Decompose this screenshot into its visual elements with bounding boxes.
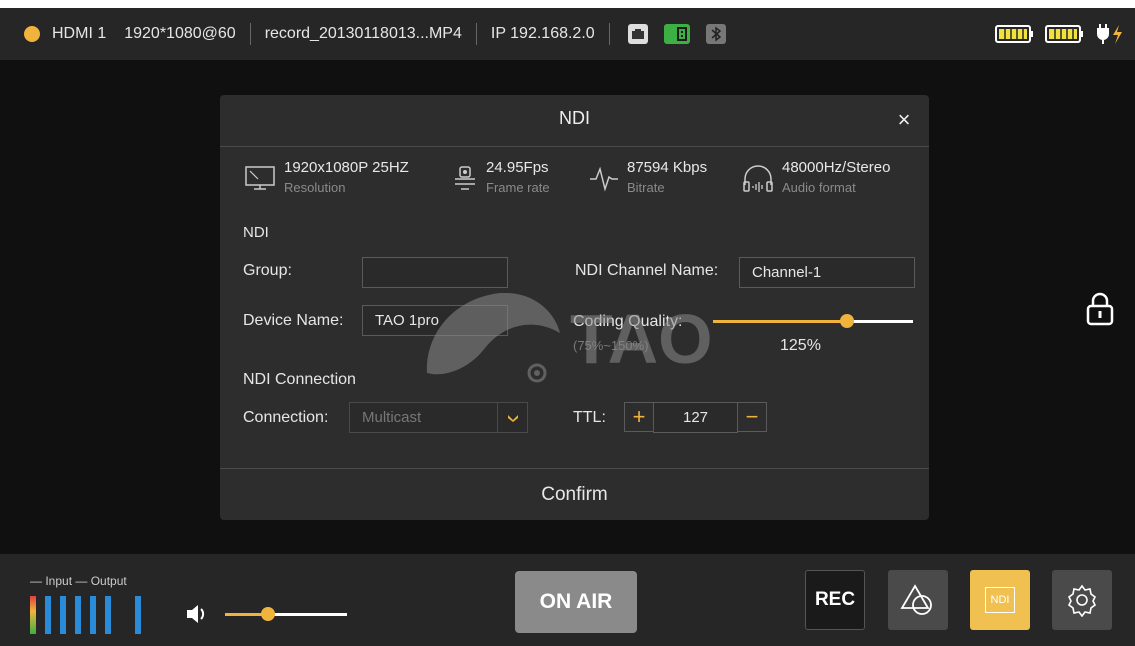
rec-button[interactable]: REC (805, 570, 865, 630)
stat-label: Bitrate (627, 180, 665, 195)
stat-frame-rate: 24.95Fps Frame rate (452, 159, 550, 197)
coding-quality-value: 125% (780, 337, 821, 354)
bluetooth-icon (705, 24, 726, 44)
power-plug-icon (1097, 24, 1122, 44)
lock-icon[interactable] (1086, 292, 1114, 326)
input-status-dot (24, 26, 40, 42)
bottom-toolbar: — Input — Output ON AIR REC NDI (0, 554, 1135, 646)
waveform-icon (590, 166, 618, 192)
section-ndi-heading: NDI (243, 224, 269, 241)
signal-format: 1920*1080@60 (124, 25, 236, 42)
headphones-icon (743, 165, 773, 192)
divider (608, 23, 610, 45)
watermark-text: TAO (570, 300, 713, 378)
input-meter-5 (90, 596, 96, 634)
gear-icon (1067, 584, 1097, 617)
on-air-button[interactable]: ON AIR (515, 571, 637, 633)
channel-name-input[interactable]: Channel-1 (739, 257, 915, 288)
ttl-label: TTL: (573, 409, 606, 426)
stat-audio-format: 48000Hz/Stereo Audio format (742, 159, 890, 197)
ndi-button[interactable]: NDI (970, 570, 1030, 630)
ethernet-icon (627, 24, 648, 44)
output-meter-label: Output (90, 574, 127, 588)
power-status (995, 8, 1125, 60)
settings-button[interactable] (1052, 570, 1112, 630)
group-label: Group: (243, 262, 292, 279)
dialog-title: NDI (559, 108, 590, 128)
battery-1-icon (995, 25, 1033, 43)
volume-icon[interactable] (185, 603, 209, 625)
sd-card-icon (663, 24, 690, 44)
divider (220, 146, 929, 147)
input-meter-6 (105, 596, 111, 634)
stat-resolution: 1920x1080P 25HZ Resolution (244, 159, 409, 197)
coding-quality-fill (713, 320, 847, 323)
input-meter-label: Input (45, 574, 73, 588)
meter-legend: — Input — Output (30, 574, 127, 588)
confirm-button[interactable]: Confirm (220, 469, 929, 520)
channel-name-label: NDI Channel Name: (575, 262, 719, 279)
close-button[interactable]: × (893, 109, 915, 131)
chevron-down-icon[interactable] (497, 403, 527, 432)
ttl-decrement-button[interactable]: − (737, 402, 767, 432)
connection-select[interactable]: Multicast (349, 402, 528, 433)
stat-bitrate: 87594 Kbps Bitrate (589, 159, 707, 197)
stat-value: 24.95Fps (486, 159, 549, 176)
device-name-label: Device Name: (243, 312, 344, 329)
group-input[interactable] (362, 257, 508, 288)
output-meter (135, 596, 141, 634)
stat-value: 1920x1080P 25HZ (284, 159, 409, 176)
status-bar: HDMI 1 1920*1080@60 record_20130118013..… (0, 8, 1135, 60)
input-meter-1 (30, 596, 36, 634)
stat-value: 87594 Kbps (627, 159, 708, 176)
ndi-button-label: NDI (985, 587, 1015, 613)
frame-rate-icon (455, 166, 475, 190)
shapes-button[interactable] (888, 570, 948, 630)
record-filename: record_20130118013...MP4 (264, 25, 462, 42)
stat-label: Audio format (782, 180, 856, 195)
battery-2-icon (1045, 25, 1083, 43)
input-source: HDMI 1 (52, 25, 107, 42)
tao-logo-watermark: TAO (426, 293, 713, 383)
coding-quality-knob[interactable] (840, 314, 854, 328)
input-meter-3 (60, 596, 66, 634)
connection-value: Multicast (362, 409, 422, 426)
divider (249, 23, 251, 45)
stat-value: 48000Hz/Stereo (782, 159, 891, 176)
volume-knob[interactable] (260, 607, 275, 621)
ttl-increment-button[interactable]: + (624, 402, 654, 432)
ttl-input[interactable]: 127 (653, 402, 738, 433)
monitor-icon (245, 166, 275, 190)
input-meter-2 (45, 596, 51, 634)
divider (475, 23, 477, 45)
device-screen: HDMI 1 1920*1080@60 record_20130118013..… (0, 8, 1135, 646)
stat-label: Resolution (284, 180, 346, 195)
stat-label: Frame rate (486, 180, 550, 195)
ip-address: IP 192.168.2.0 (490, 25, 595, 42)
input-meter-4 (75, 596, 81, 634)
section-connection-heading: NDI Connection (243, 371, 356, 388)
shapes-icon (900, 584, 932, 615)
connection-label: Connection: (243, 409, 329, 426)
